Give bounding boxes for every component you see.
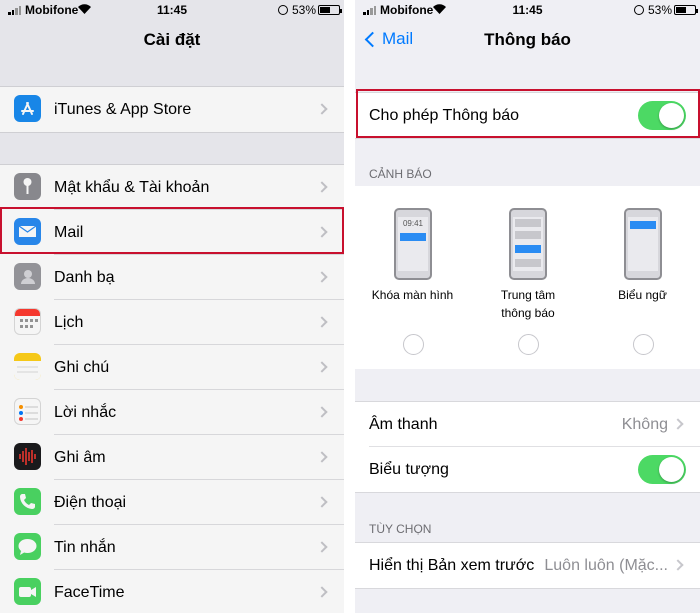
preview-value: Luôn luôn (Mặc...: [544, 556, 668, 574]
status-bar: Mobifone 11:45 53%: [0, 0, 344, 20]
radio-lock-screen[interactable]: [403, 334, 424, 355]
badge-row: Biểu tượng: [355, 447, 700, 492]
settings-row-label: Danh bạ: [54, 268, 115, 286]
badge-toggle[interactable]: [638, 455, 686, 484]
nav-bar: Cài đặt: [0, 20, 344, 59]
facetime-icon: [14, 578, 41, 605]
page-title: Cài đặt: [143, 30, 201, 49]
chevron-right-icon: [316, 361, 328, 373]
voice-memo-icon: [14, 443, 41, 470]
sound-badge-group: Âm thanh Không Biểu tượng: [355, 401, 700, 493]
settings-row-label: Mật khẩu & Tài khoản: [54, 178, 210, 196]
settings-row-passwords[interactable]: Mật khẩu & Tài khoản: [0, 165, 344, 210]
divider: [344, 0, 355, 613]
settings-row-itunes[interactable]: iTunes & App Store: [0, 87, 344, 132]
chevron-right-icon: [316, 451, 328, 463]
status-bar: Mobifone 11:45 53%: [355, 0, 700, 20]
sound-label: Âm thanh: [369, 415, 438, 433]
notifications-screen: Mobifone 11:45 53% Mail Thông báo Cho ph…: [355, 0, 700, 613]
chevron-right-icon: [316, 316, 328, 328]
chevron-right-icon: [316, 181, 328, 193]
settings-row-messages[interactable]: Tin nhắn: [0, 525, 344, 570]
settings-group-store: iTunes & App Store: [0, 86, 344, 133]
chevron-right-icon: [316, 496, 328, 508]
chevron-right-icon: [316, 271, 328, 283]
screenshot-pair: Mobifone 11:45 53% Cài đặt iTunes & App …: [0, 0, 700, 613]
alert-label-center: Trung tâm thông báo: [500, 288, 556, 320]
preview-item: [515, 231, 541, 239]
radio-banner[interactable]: [633, 334, 654, 355]
settings-row-phone[interactable]: Điện thoại: [0, 480, 344, 525]
alert-label-lock: Khóa màn hình: [371, 288, 454, 302]
contacts-icon: [14, 263, 41, 290]
settings-row-reminders[interactable]: Lời nhắc: [0, 390, 344, 435]
settings-row-voice[interactable]: Ghi âm: [0, 435, 344, 480]
options-group: Hiển thị Bản xem trước Luôn luôn (Mặc...: [355, 542, 700, 589]
badge-label: Biểu tượng: [369, 460, 449, 478]
settings-row-label: Lời nhắc: [54, 403, 117, 421]
settings-row-label: iTunes & App Store: [54, 100, 192, 118]
preview-banner: [630, 221, 656, 229]
settings-row-contacts[interactable]: Danh bạ: [0, 255, 344, 300]
settings-row-facetime[interactable]: FaceTime: [0, 570, 344, 613]
preview-label: Hiển thị Bản xem trước: [369, 556, 535, 574]
phone-icon: [14, 488, 41, 515]
orientation-lock-icon: [278, 5, 288, 15]
preview-item: [515, 259, 541, 267]
alerts-header: CẢNH BÁO: [369, 167, 432, 181]
settings-row-label: Điện thoại: [54, 493, 127, 511]
battery-percent: 53%: [648, 3, 673, 17]
options-header: TÙY CHỌN: [369, 522, 432, 536]
app-store-icon: [14, 95, 41, 122]
chevron-right-icon: [316, 541, 328, 553]
settings-row-label: Tin nhắn: [54, 538, 116, 556]
chevron-right-icon: [316, 586, 328, 598]
reminders-icon: [14, 398, 41, 425]
preview-time: 09:41: [402, 219, 424, 228]
sound-row[interactable]: Âm thanh Không: [355, 402, 700, 447]
settings-row-label: FaceTime: [54, 583, 125, 601]
chevron-right-icon: [672, 559, 684, 571]
preview-item: [515, 219, 541, 227]
banner-preview: [624, 208, 662, 280]
alert-label-banner: Biểu ngữ: [618, 288, 667, 302]
settings-screen: Mobifone 11:45 53% Cài đặt iTunes & App …: [0, 0, 344, 613]
preview-banner: [400, 233, 426, 241]
preview-screen: [628, 217, 658, 271]
settings-row-notes[interactable]: Ghi chú: [0, 345, 344, 390]
preview-screen: 09:41: [398, 217, 428, 271]
preview-screen: [513, 217, 543, 271]
allow-highlight-box: [356, 89, 700, 138]
notification-center-preview: [509, 208, 547, 280]
nav-bar: Mail Thông báo: [355, 20, 700, 59]
lock-screen-preview: 09:41: [394, 208, 432, 280]
preview-row[interactable]: Hiển thị Bản xem trước Luôn luôn (Mặc...: [355, 543, 700, 588]
messages-icon: [14, 533, 41, 560]
mail-highlight-box: [0, 207, 344, 254]
calendar-icon: [14, 308, 41, 335]
preview-banner: [515, 245, 541, 253]
chevron-right-icon: [672, 418, 684, 430]
chevron-right-icon: [316, 103, 328, 115]
notes-icon: [14, 353, 41, 380]
battery-icon: [674, 5, 698, 15]
sound-value: Không: [621, 415, 668, 433]
radio-notification-center[interactable]: [518, 334, 539, 355]
battery-percent: 53%: [292, 3, 317, 17]
page-title: Thông báo: [484, 30, 571, 49]
settings-row-label: Ghi âm: [54, 448, 106, 466]
settings-row-label: Ghi chú: [54, 358, 110, 376]
battery-icon: [318, 5, 342, 15]
chevron-right-icon: [316, 406, 328, 418]
orientation-lock-icon: [634, 5, 644, 15]
key-icon: [14, 173, 41, 200]
settings-row-label: Lịch: [54, 313, 84, 331]
settings-row-calendar[interactable]: Lịch: [0, 300, 344, 345]
alerts-panel: 09:41 Khóa màn hình Trung tâm thông báo …: [355, 186, 700, 369]
